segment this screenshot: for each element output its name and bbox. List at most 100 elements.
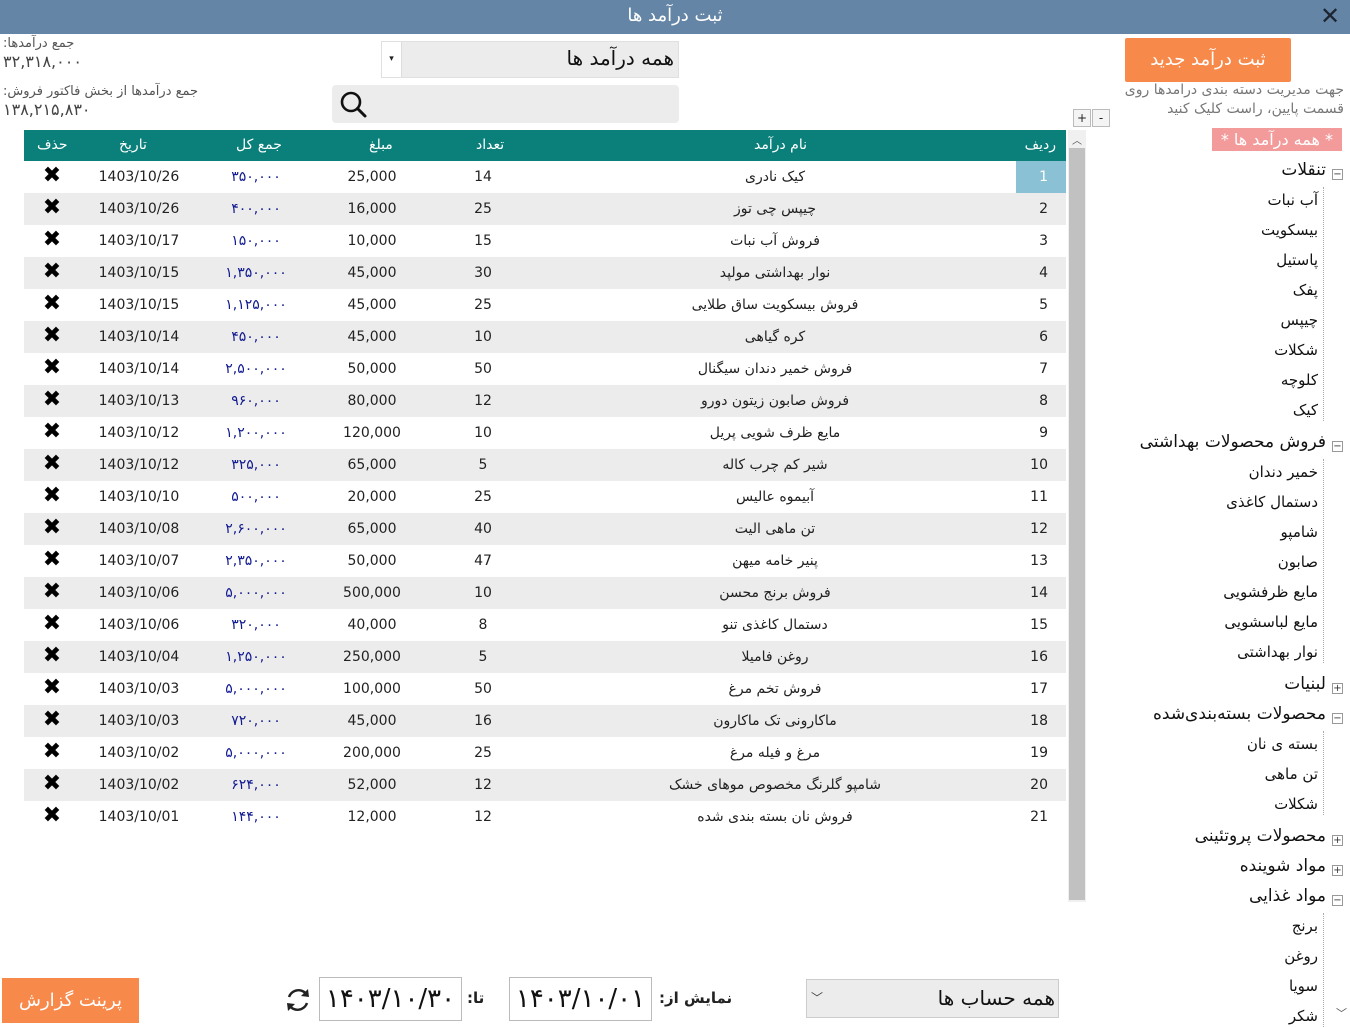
delete-icon[interactable]: ✖ bbox=[41, 291, 63, 316]
tree-scrollbar[interactable]: ﹀ bbox=[1333, 126, 1350, 1024]
dropdown-arrow-icon[interactable]: ▾ bbox=[382, 42, 402, 77]
table-row[interactable]: 2 چیپس چی توز 25 16,000 ۴۰۰,۰۰۰ 1403/10/26 ✖ bbox=[24, 193, 1066, 225]
table-row[interactable]: 11 آبیموه عالیس 25 20,000 ۵۰۰,۰۰۰ 1403/10/10 ✖ bbox=[24, 481, 1066, 513]
col-count[interactable]: تعداد bbox=[476, 137, 504, 153]
tree-category[interactable]: مواد شوینده bbox=[1240, 856, 1326, 876]
tree-item[interactable]: دستمال کاغذی bbox=[1226, 493, 1318, 511]
tree-category[interactable]: تنقلات bbox=[1281, 160, 1326, 180]
col-idx[interactable]: ردیف bbox=[1025, 137, 1056, 153]
tree-item[interactable]: کلوچه bbox=[1281, 371, 1318, 389]
account-select[interactable]: ﹀ همه حساب ها bbox=[806, 979, 1059, 1018]
delete-icon[interactable]: ✖ bbox=[41, 547, 63, 572]
from-date-field[interactable]: ۱۴۰۳/۱۰/۰۱ bbox=[509, 977, 652, 1021]
delete-icon[interactable]: ✖ bbox=[41, 387, 63, 412]
close-icon[interactable]: ✕ bbox=[1316, 2, 1344, 30]
tree-category[interactable]: محصولات بسته‌بندی‌شده bbox=[1153, 704, 1326, 724]
table-row[interactable]: 4 نوار بهداشتی مولپد 30 45,000 ۱,۳۵۰,۰۰۰ 1403… bbox=[24, 257, 1066, 289]
tree-item[interactable]: مایع ظرفشویی bbox=[1223, 583, 1318, 601]
table-row[interactable]: 10 شیر کم چرب کاله 5 65,000 ۳۲۵,۰۰۰ 1403/10/1… bbox=[24, 449, 1066, 481]
tree-item[interactable]: شکلات bbox=[1274, 795, 1318, 813]
refresh-icon[interactable] bbox=[282, 984, 314, 1016]
delete-icon[interactable]: ✖ bbox=[41, 707, 63, 732]
new-income-button[interactable]: ثبت درآمد جدید bbox=[1125, 38, 1291, 82]
delete-icon[interactable]: ✖ bbox=[41, 739, 63, 764]
tree-item[interactable]: پفک bbox=[1293, 281, 1318, 299]
delete-icon[interactable]: ✖ bbox=[41, 419, 63, 444]
delete-icon[interactable]: ✖ bbox=[41, 227, 63, 252]
tree-item[interactable]: خمیر دندان bbox=[1249, 463, 1318, 481]
table-row[interactable]: 5 فروش بیسکویت ساق طلایی 25 45,000 ۱,۱۲۵,۰۰۰… bbox=[24, 289, 1066, 321]
delete-icon[interactable]: ✖ bbox=[41, 195, 63, 220]
tree-item[interactable]: شامپو bbox=[1281, 523, 1318, 541]
delete-icon[interactable]: ✖ bbox=[41, 163, 63, 188]
table-scrollbar[interactable]: ︿ bbox=[1068, 130, 1086, 902]
delete-icon[interactable]: ✖ bbox=[41, 611, 63, 636]
table-row[interactable]: 14 فروش برنج محسن 10 500,000 ۵,۰۰۰,۰۰۰ 1403/1… bbox=[24, 577, 1066, 609]
table-row[interactable]: 13 پنیر خامه میهن 47 50,000 ۲,۳۵۰,۰۰۰ 1403/10… bbox=[24, 545, 1066, 577]
delete-icon[interactable]: ✖ bbox=[41, 643, 63, 668]
search-icon[interactable] bbox=[338, 89, 368, 119]
income-total: ۴۰۰,۰۰۰ bbox=[231, 201, 281, 217]
tree-item[interactable]: پاستیل bbox=[1276, 251, 1318, 269]
income-count: 25 bbox=[474, 489, 492, 505]
expand-all-button[interactable]: + bbox=[1073, 109, 1091, 127]
col-date[interactable]: تاریخ bbox=[119, 137, 147, 153]
to-date-field[interactable]: ۱۴۰۳/۱۰/۳۰ bbox=[319, 977, 462, 1021]
table-row[interactable]: 15 دستمال کاغذی تنو 8 40,000 ۳۲۰,۰۰۰ 1403/10/… bbox=[24, 609, 1066, 641]
tree-category[interactable]: لبنیات bbox=[1284, 674, 1326, 694]
tree-item[interactable]: چیپس bbox=[1281, 311, 1318, 329]
collapse-all-button[interactable]: - bbox=[1092, 109, 1110, 127]
print-report-button[interactable]: پرینت گزارش bbox=[2, 978, 139, 1023]
delete-icon[interactable]: ✖ bbox=[41, 483, 63, 508]
category-tree[interactable]: * همه درآمد ها * − تنقلات آب نبات بیسکویت پا… bbox=[1086, 128, 1344, 1027]
delete-icon[interactable]: ✖ bbox=[41, 803, 63, 828]
search-box[interactable] bbox=[332, 85, 679, 123]
search-input[interactable] bbox=[376, 89, 672, 119]
income-name: تن ماهی الیت bbox=[734, 521, 816, 537]
col-total[interactable]: جمع کل bbox=[236, 137, 282, 153]
scroll-thumb[interactable] bbox=[1069, 148, 1085, 900]
table-row[interactable]: 16 روغن فامیلا 5 250,000 ۱,۲۵۰,۰۰۰ 1403/10/04… bbox=[24, 641, 1066, 673]
tree-item[interactable]: برنج bbox=[1292, 917, 1318, 935]
chevron-down-icon[interactable]: ﹀ bbox=[811, 989, 823, 1006]
tree-category[interactable]: مواد غذایی bbox=[1249, 886, 1326, 906]
delete-icon[interactable]: ✖ bbox=[41, 451, 63, 476]
col-name[interactable]: نام درآمد bbox=[754, 137, 807, 153]
delete-icon[interactable]: ✖ bbox=[41, 355, 63, 380]
table-row[interactable]: 9 مایع ظرف شویی پریل 10 120,000 ۱,۲۰۰,۰۰۰ 140… bbox=[24, 417, 1066, 449]
tree-category[interactable]: محصولات پروتئینی bbox=[1195, 826, 1326, 846]
table-row[interactable]: 8 فروش صابون زیتون دورو 12 80,000 ۹۶۰,۰۰۰ 140… bbox=[24, 385, 1066, 417]
tree-category[interactable]: فروش محصولات بهداشتی bbox=[1140, 432, 1326, 452]
table-row[interactable]: 6 کره گیاهی 10 45,000 ۴۵۰,۰۰۰ 1403/10/14 ✖ bbox=[24, 321, 1066, 353]
delete-icon[interactable]: ✖ bbox=[41, 579, 63, 604]
tree-item-all[interactable]: * همه درآمد ها * bbox=[1211, 128, 1342, 151]
delete-icon[interactable]: ✖ bbox=[41, 323, 63, 348]
income-filter-select[interactable]: ▾ همه درآمد ها bbox=[381, 41, 679, 78]
delete-icon[interactable]: ✖ bbox=[41, 515, 63, 540]
tree-item[interactable]: کیک bbox=[1293, 401, 1318, 419]
delete-icon[interactable]: ✖ bbox=[41, 259, 63, 284]
table-row[interactable]: 21 فروش نان بسته بندی شده 12 12,000 ۱۴۴,۰۰۰ 1… bbox=[24, 801, 1066, 833]
tree-item[interactable]: مایع لباسشویی bbox=[1224, 613, 1318, 631]
table-row[interactable]: 19 مرغ و فیله مرغ 25 200,000 ۵,۰۰۰,۰۰۰ 1403/1… bbox=[24, 737, 1066, 769]
tree-item[interactable]: تن ماهی bbox=[1265, 765, 1318, 783]
tree-item[interactable]: بسته ی نان bbox=[1247, 735, 1318, 753]
tree-item[interactable]: صابون bbox=[1278, 553, 1318, 571]
table-row[interactable]: 1 کیک نادری 14 25,000 ۳۵۰,۰۰۰ 1403/10/26 ✖ bbox=[24, 161, 1066, 193]
table-row[interactable]: 3 فروش آب نبات 15 10,000 ۱۵۰,۰۰۰ 1403/10/17 ✖ bbox=[24, 225, 1066, 257]
table-row[interactable]: 18 ماکارونی تک ماکارون 16 45,000 ۷۲۰,۰۰۰ 1403… bbox=[24, 705, 1066, 737]
delete-icon[interactable]: ✖ bbox=[41, 771, 63, 796]
delete-icon[interactable]: ✖ bbox=[41, 675, 63, 700]
tree-item[interactable]: بیسکویت bbox=[1261, 221, 1318, 239]
table-row[interactable]: 17 فروش تخم مرغ 50 100,000 ۵,۰۰۰,۰۰۰ 1403/10/… bbox=[24, 673, 1066, 705]
tree-item[interactable]: شکلات bbox=[1274, 341, 1318, 359]
income-price: 45,000 bbox=[347, 713, 397, 729]
table-row[interactable]: 12 تن ماهی الیت 40 65,000 ۲,۶۰۰,۰۰۰ 1403/10/0… bbox=[24, 513, 1066, 545]
tree-item[interactable]: آب نبات bbox=[1268, 191, 1318, 209]
tree-item[interactable]: نوار بهداشتی bbox=[1237, 643, 1318, 661]
table-row[interactable]: 7 فروش خمیر دندان سیگنال 50 50,000 ۲,۵۰۰,۰۰۰… bbox=[24, 353, 1066, 385]
scroll-up-icon[interactable]: ︿ bbox=[1072, 132, 1082, 147]
table-row[interactable]: 20 شامپو گلرنگ مخصوص موهای خشک 12 52,000 ۶۲۴… bbox=[24, 769, 1066, 801]
col-price[interactable]: مبلغ bbox=[369, 137, 393, 153]
tree-item[interactable]: روغن bbox=[1284, 947, 1318, 965]
